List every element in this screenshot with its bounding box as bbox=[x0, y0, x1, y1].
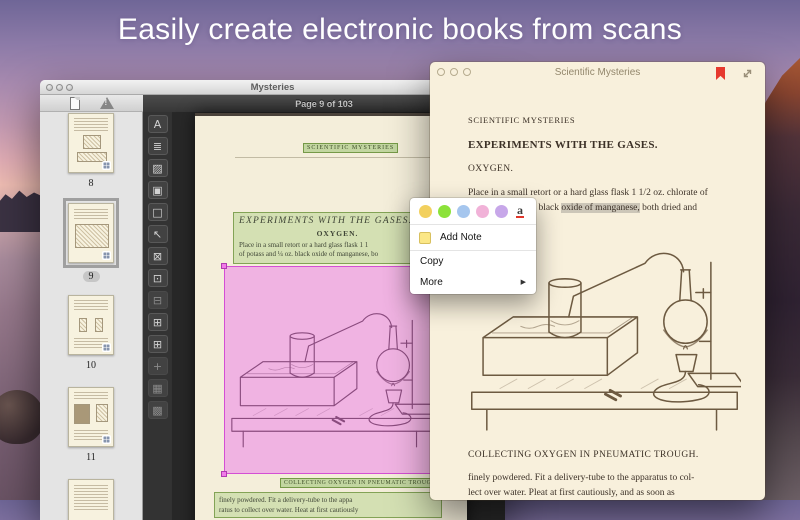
page-indicator: Page 9 of 103 bbox=[295, 99, 353, 109]
text-color-button[interactable]: a bbox=[516, 205, 524, 218]
page-status-badge bbox=[102, 435, 111, 444]
thumbnail-page-11[interactable]: 11 bbox=[40, 387, 142, 463]
thumbnail-page-9[interactable]: 9 bbox=[40, 203, 142, 282]
copy-item[interactable]: Copy bbox=[410, 251, 536, 272]
image-region-selection[interactable] bbox=[224, 266, 441, 474]
thumbnail-label: 11 bbox=[86, 452, 96, 463]
text-lines-tool-icon[interactable]: ≣ bbox=[148, 137, 168, 155]
window-controls bbox=[46, 84, 73, 91]
add-note-item[interactable]: Add Note bbox=[410, 225, 536, 250]
thumbnail-image bbox=[68, 387, 114, 447]
scan-toolbar bbox=[40, 95, 143, 112]
page-status-badge bbox=[102, 161, 111, 170]
reader-content: SCIENTIFIC MYSTERIES EXPERIMENTS WITH TH… bbox=[430, 115, 765, 500]
thumbnail-page-10[interactable]: 10 bbox=[40, 295, 142, 371]
page-status-badge bbox=[102, 343, 111, 352]
paragraph-line: finely powdered. Fit a delivery-tube to … bbox=[468, 471, 741, 486]
minimize-button[interactable] bbox=[56, 84, 63, 91]
running-header-highlight[interactable]: SCIENTIFIC MYSTERIES bbox=[303, 143, 398, 153]
empty-region-tool-icon[interactable]: □ bbox=[148, 203, 168, 221]
thumbnail-image bbox=[68, 295, 114, 355]
thumbnail-page-8[interactable]: 8 bbox=[40, 113, 142, 189]
thumbnail-image bbox=[68, 113, 114, 173]
reader-subsection: OXYGEN. bbox=[468, 164, 741, 174]
text-region-highlight-2[interactable]: finely powdered. Fit a delivery-tube to … bbox=[214, 492, 442, 518]
thumbnail-label: 9 bbox=[83, 271, 100, 282]
apparatus-figure bbox=[229, 277, 435, 469]
reader-section-title: EXPERIMENTS WITH THE GASES. bbox=[468, 139, 741, 151]
scan-bottom-line: ratus to collect over water. Heat at fir… bbox=[219, 505, 437, 515]
more-label: More bbox=[420, 277, 443, 288]
merge-regions-tool-icon[interactable]: ⊡ bbox=[148, 269, 168, 287]
more-item[interactable]: More ▶ bbox=[410, 272, 536, 294]
highlight-color-row: a bbox=[410, 198, 536, 224]
highlight-yellow-swatch[interactable] bbox=[419, 205, 432, 218]
submenu-arrow-icon: ▶ bbox=[521, 278, 526, 286]
selection-handle-top-left[interactable] bbox=[221, 263, 227, 269]
document-icon[interactable] bbox=[70, 97, 80, 110]
page-top-edge bbox=[195, 113, 467, 116]
expand-icon[interactable] bbox=[742, 68, 753, 79]
thumbnail-image bbox=[68, 203, 114, 263]
table-tool-icon[interactable]: ▦ bbox=[148, 379, 168, 397]
close-button[interactable] bbox=[437, 68, 445, 76]
highlight-green-swatch[interactable] bbox=[438, 205, 451, 218]
note-color-swatch bbox=[419, 232, 431, 244]
table-divider-tool-icon[interactable]: + bbox=[148, 357, 168, 375]
reader-running-header: SCIENTIFIC MYSTERIES bbox=[468, 115, 741, 125]
region-toolstrip: A ≣ ▨ ▣ □ ↖ ⊠ ⊡ ⊟ ⊞ ⊞ + ▦ ▩ bbox=[143, 112, 172, 520]
highlight-pink-swatch[interactable] bbox=[476, 205, 489, 218]
image-region-tool-icon[interactable]: ▨ bbox=[148, 159, 168, 177]
scan-bottom-line: finely powdered. Fit a delivery-tube to … bbox=[219, 495, 437, 505]
selection-handle-bottom-left[interactable] bbox=[221, 471, 227, 477]
zoom-button[interactable] bbox=[463, 68, 471, 76]
add-note-label: Add Note bbox=[440, 232, 482, 243]
warning-icon[interactable] bbox=[100, 97, 114, 109]
annotation-menu: a Add Note Copy More ▶ bbox=[410, 198, 536, 294]
window-controls bbox=[437, 68, 471, 76]
delete-region-tool-icon[interactable]: ⊠ bbox=[148, 247, 168, 265]
close-button[interactable] bbox=[46, 84, 53, 91]
hero-headline: Easily create electronic books from scan… bbox=[0, 13, 800, 47]
thumbnail-label: 8 bbox=[89, 178, 94, 189]
reader-figure-caption: COLLECTING OXYGEN IN PNEUMATIC TROUGH. bbox=[468, 450, 741, 460]
scanned-page: SCIENTIFIC MYSTERIES EXPERIMENTS WITH TH… bbox=[195, 113, 467, 520]
thumbnail-sidebar: 8 9 10 bbox=[40, 112, 143, 520]
background-rock bbox=[0, 390, 44, 444]
zoom-button[interactable] bbox=[66, 84, 73, 91]
grid-tool-icon[interactable]: ▩ bbox=[148, 401, 168, 419]
reader-paragraph-2: finely powdered. Fit a delivery-tube to … bbox=[468, 471, 741, 500]
text-block-tool-icon[interactable]: ▣ bbox=[148, 181, 168, 199]
split-regions-tool-icon[interactable]: ⊟ bbox=[148, 291, 168, 309]
page-status-badge bbox=[102, 251, 111, 260]
text-selection[interactable]: oxide of manganese, bbox=[561, 203, 639, 213]
add-column-tool-icon[interactable]: ⊞ bbox=[148, 335, 168, 353]
thumbnail-label: 10 bbox=[86, 360, 96, 371]
text-region-tool-icon[interactable]: A bbox=[148, 115, 168, 133]
paragraph-line: lect over water. Pleat at first cautious… bbox=[468, 486, 741, 501]
copy-label: Copy bbox=[420, 256, 443, 267]
minimize-button[interactable] bbox=[450, 68, 458, 76]
highlight-purple-swatch[interactable] bbox=[495, 205, 508, 218]
add-row-tool-icon[interactable]: ⊞ bbox=[148, 313, 168, 331]
reader-window-titlebar[interactable]: Scientific Mysteries bbox=[430, 62, 765, 83]
window-title: Scientific Mysteries bbox=[430, 62, 765, 83]
caption-highlight[interactable]: COLLECTING OXYGEN IN PNEUMATIC TROUGH. bbox=[280, 478, 442, 488]
select-tool-icon[interactable]: ↖ bbox=[148, 225, 168, 243]
highlight-blue-swatch[interactable] bbox=[457, 205, 470, 218]
